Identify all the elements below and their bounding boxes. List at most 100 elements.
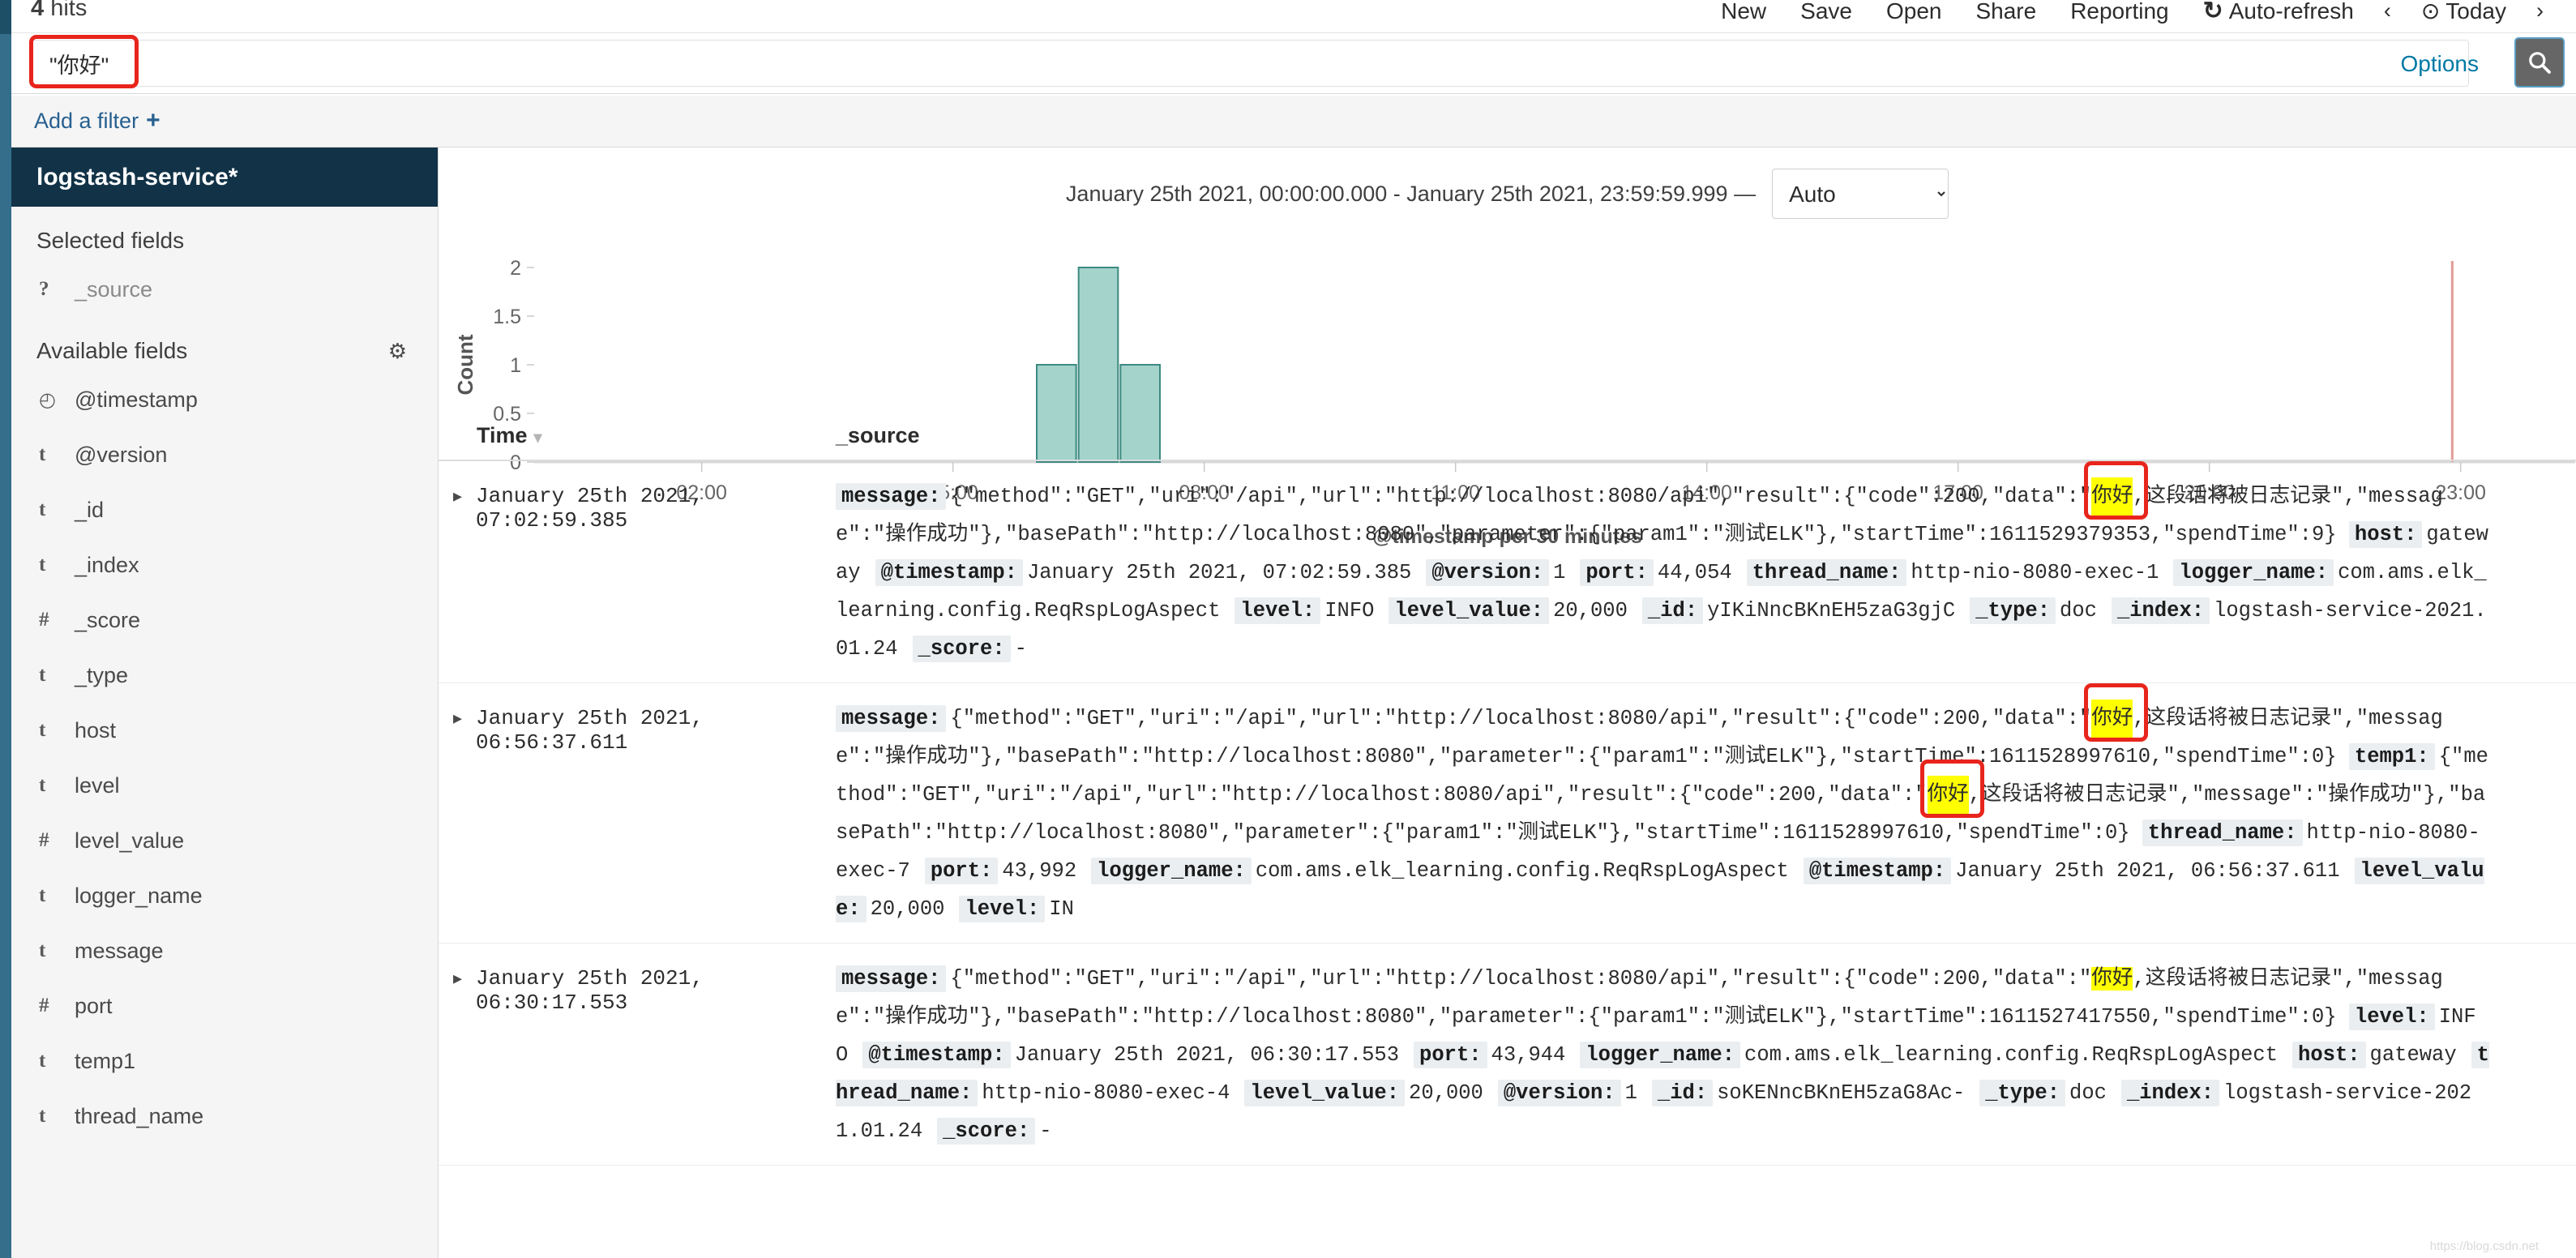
nav-time-picker[interactable]: ⊙ Today (2404, 0, 2523, 24)
field-item-score[interactable]: # _score (11, 593, 438, 648)
nav-new[interactable]: New (1704, 0, 1783, 24)
column-header-source[interactable]: _source (836, 423, 920, 448)
table-row[interactable]: ▸ January 25th 2021, 07:02:59.385 message:… (439, 461, 2576, 683)
field-value: INFO (1324, 599, 1375, 623)
histogram-chart[interactable]: 0 0.5 1 1.5 2 Count 02:00 05:00 08:00 11:00 14:00 1… (439, 245, 2576, 548)
nav-open[interactable]: Open (1869, 0, 1959, 24)
nav-auto-refresh-label: Auto-refresh (2228, 0, 2354, 24)
field-value: gateway (2369, 1043, 2457, 1067)
field-value: January 25th 2021, 06:56:37.611 (1955, 859, 2340, 883)
field-item-message[interactable]: t message (11, 923, 438, 978)
field-item-port[interactable]: # port (11, 978, 438, 1033)
field-value: 43,992 (1002, 859, 1077, 883)
field-name-label: _source (75, 276, 153, 302)
y-tick-label: 1 (510, 354, 521, 377)
nav-reporting[interactable]: Reporting (2053, 0, 2185, 24)
query-bar: Options (11, 32, 2576, 94)
field-key: thread_name: (2142, 819, 2303, 846)
selected-fields-label: Selected fields (36, 228, 185, 253)
expand-row-caret-icon[interactable]: ▸ (439, 477, 476, 668)
field-name-label: level_value (75, 828, 185, 853)
row-timestamp: January 25th 2021, 07:02:59.385 (476, 484, 704, 533)
time-next-button[interactable]: › (2523, 0, 2557, 24)
field-key: message: (836, 965, 947, 992)
field-item-level[interactable]: t level (11, 758, 438, 813)
nav-auto-refresh[interactable]: ↻ Auto-refresh (2186, 0, 2371, 25)
field-key: thread_name: (1746, 559, 1907, 586)
y-axis-title: Count (453, 334, 477, 395)
field-value: IN (1049, 897, 1074, 921)
field-item-threadname[interactable]: t thread_name (11, 1089, 438, 1144)
field-value-text: {"method":"GET","uri":"/api","url":"http… (950, 485, 2092, 508)
nav-share[interactable]: Share (1958, 0, 2053, 24)
gear-icon[interactable]: ⚙ (388, 339, 407, 364)
nav-save[interactable]: Save (1783, 0, 1869, 24)
search-highlight-annotated: 你好 (2084, 461, 2149, 520)
hits-count: 4 (31, 0, 45, 21)
field-key: level: (2348, 1003, 2435, 1030)
refresh-icon: ↻ (2202, 0, 2223, 24)
field-key: _type: (1970, 597, 2056, 624)
interval-select[interactable]: AutoMillisecondSecondMinuteHourlyDailyWe… (1772, 169, 1949, 219)
filter-bar: Add a filter + (11, 96, 2576, 148)
field-item-levelvalue[interactable]: # level_value (11, 813, 438, 868)
top-nav: New Save Open Share Reporting ↻ Auto-ref… (1704, 0, 2557, 25)
field-type-icon: ? (39, 278, 49, 300)
search-submit-button[interactable] (2514, 37, 2565, 88)
clock-icon: ⊙ (2420, 0, 2441, 24)
selected-fields-header: Selected fields (11, 207, 438, 262)
expand-row-caret-icon[interactable]: ▸ (439, 700, 476, 928)
field-item-version[interactable]: t @version (11, 427, 438, 482)
field-item-type[interactable]: t _type (11, 648, 438, 703)
time-prev-button[interactable]: ‹ (2371, 0, 2404, 24)
field-value: 20,000 (870, 897, 945, 921)
hits-label: hits (50, 0, 88, 21)
options-link[interactable]: Options (2401, 51, 2480, 77)
table-row[interactable]: ▸ January 25th 2021, 06:30:17.553 message:… (439, 944, 2576, 1166)
index-pattern-title[interactable]: logstash-service* (11, 148, 438, 207)
column-header-time[interactable]: Time ▾ (439, 423, 836, 448)
field-type-icon: t (39, 664, 46, 686)
field-type-icon: t (39, 1105, 46, 1127)
expand-row-caret-icon[interactable]: ▸ (439, 960, 476, 1150)
field-key: @version: (1426, 559, 1550, 586)
field-key: @timestamp: (862, 1042, 1011, 1068)
chart-header: January 25th 2021, 00:00:00.000 - Januar… (439, 165, 2576, 222)
field-key: _index: (2111, 597, 2210, 624)
field-key: _score: (912, 635, 1011, 662)
field-item-host[interactable]: t host (11, 703, 438, 758)
query-input-wrapper (29, 40, 2469, 87)
column-header-time-label: Time (477, 423, 528, 447)
field-name-label: host (75, 717, 117, 742)
field-key: host: (2292, 1042, 2366, 1068)
field-key: level: (959, 896, 1046, 922)
available-fields-header: Available fields ⚙ (11, 317, 438, 372)
field-value: 20,000 (1409, 1081, 1483, 1105)
field-key: _id: (1641, 597, 1704, 624)
table-row[interactable]: ▸ January 25th 2021, 06:56:37.611 message:… (439, 683, 2576, 944)
field-item-source[interactable]: ? _source (11, 262, 438, 317)
search-highlight-annotated: 你好 (2084, 683, 2149, 742)
add-filter-button[interactable]: Add a filter + (34, 107, 160, 135)
field-name-label: thread_name (75, 1103, 204, 1128)
hits-counter: 4 hits (31, 0, 87, 22)
selected-fields-list: ? _source (11, 262, 438, 317)
field-key: level_value: (1244, 1080, 1406, 1106)
field-item-temp1[interactable]: t temp1 (11, 1033, 438, 1089)
field-name-label: logger_name (75, 883, 203, 908)
field-key: _score: (937, 1118, 1036, 1145)
field-item-loggername[interactable]: t logger_name (11, 868, 438, 923)
field-name-label: _index (75, 552, 139, 577)
field-item-timestamp[interactable]: ◴ @timestamp (11, 372, 438, 427)
field-key: port: (1580, 559, 1654, 586)
available-fields-list: ◴ @timestamp t @version t _id t _index # _score t _… (11, 372, 438, 1144)
field-key: _index: (2120, 1080, 2220, 1106)
search-input[interactable] (30, 41, 2468, 86)
field-key: level: (1235, 597, 1321, 624)
field-item-index[interactable]: t _index (11, 537, 438, 593)
field-item-id[interactable]: t _id (11, 482, 438, 537)
field-value: - (1039, 1119, 1052, 1143)
field-key: logger_name: (2173, 559, 2334, 586)
field-type-icon: # (39, 829, 49, 851)
search-highlight: 你好 (2091, 967, 2133, 991)
